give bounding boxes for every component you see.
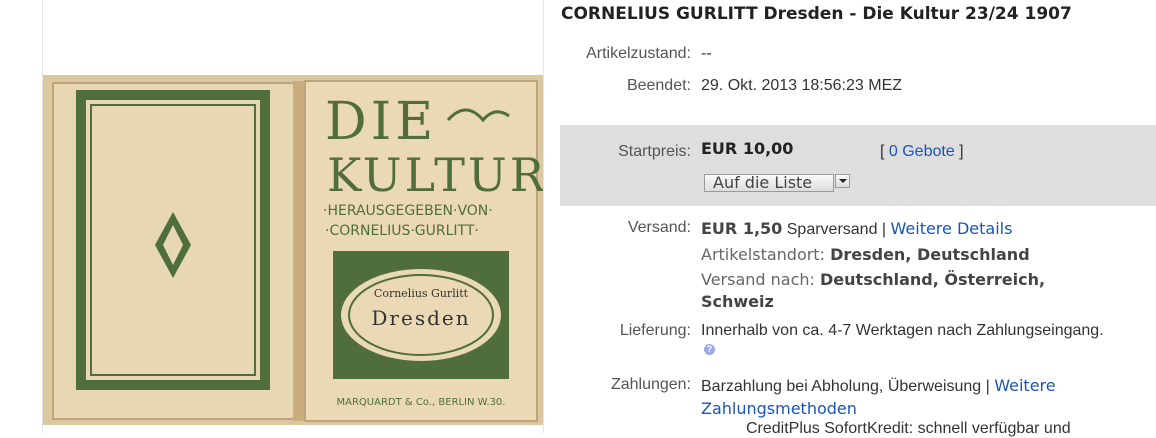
cover-publisher: MARQUARDT & Co., BERLIN W.30. — [337, 397, 506, 408]
shipping-method: Sparversand | — [782, 221, 891, 238]
cover-title-line1: DIE — [325, 92, 437, 152]
condition-label: Artikelzustand: — [586, 45, 691, 62]
price-value: EUR 10,00 — [701, 139, 794, 158]
ships-to-line: Versand nach: Deutschland, Österreich, — [701, 270, 1046, 289]
item-location: Dresden, Deutschland — [830, 245, 1030, 264]
help-icon[interactable]: ? — [704, 344, 715, 355]
payments-label: Zahlungen: — [610, 376, 691, 393]
price-section — [560, 125, 1156, 206]
shipping-cost-line: EUR 1,50 Sparversand | Weitere Details — [701, 219, 1012, 239]
watchlist-dropdown-icon[interactable] — [835, 174, 850, 188]
delivery-value: Innerhalb von ca. 4-7 Werktagen nach Zah… — [701, 322, 1104, 339]
listing-title: CORNELIUS GURLITT Dresden - Die Kultur 2… — [561, 4, 1072, 24]
cover-author: Cornelius Gurlitt — [374, 287, 469, 300]
price-label: Startpreis: — [618, 143, 691, 160]
creditplus-text: CreditPlus SofortKredit: schnell verfügb… — [746, 420, 1071, 437]
item-image-panel[interactable]: DIE KULTUR ·HERAUSGEGEBEN·VON· ·CORNELIU… — [42, 0, 544, 433]
cover-title-line2: KULTUR — [327, 148, 543, 202]
shipping-details-link[interactable]: Weitere Details — [891, 219, 1013, 238]
bids-link[interactable]: 0 Gebote — [889, 143, 955, 160]
book-cover-image[interactable]: DIE KULTUR ·HERAUSGEGEBEN·VON· ·CORNELIU… — [43, 75, 543, 425]
payment-methods-link[interactable]: Weitere — [994, 376, 1055, 395]
bids-info: [ 0 Gebote ] — [880, 143, 964, 160]
ships-to-line-2: Schweiz — [701, 292, 774, 311]
payments-value: Barzahlung bei Abholung, Überweisung | W… — [701, 376, 1056, 395]
cover-city: Dresden — [371, 306, 470, 330]
cover-editor-line2: ·CORNELIUS·GURLITT· — [325, 223, 479, 239]
payment-methods-link-2[interactable]: Zahlungsmethoden — [701, 399, 857, 418]
payments-link-line-2: Zahlungsmethoden — [701, 399, 857, 419]
shipping-cost: EUR 1,50 — [701, 219, 783, 238]
ended-label: Beendet: — [626, 77, 691, 94]
shipping-label: Versand: — [627, 219, 691, 236]
cover-editor-line1: ·HERAUSGEGEBEN·VON· — [323, 203, 493, 219]
ships-to-countries: Deutschland, Österreich, — [820, 270, 1046, 289]
ended-value: 29. Okt. 2013 18:56:23 MEZ — [701, 77, 903, 94]
condition-value: -- — [701, 45, 712, 62]
add-to-watchlist-button[interactable]: Auf die Liste — [704, 174, 834, 192]
item-location-line: Artikelstandort: Dresden, Deutschland — [701, 245, 1030, 264]
delivery-label: Lieferung: — [619, 322, 691, 339]
